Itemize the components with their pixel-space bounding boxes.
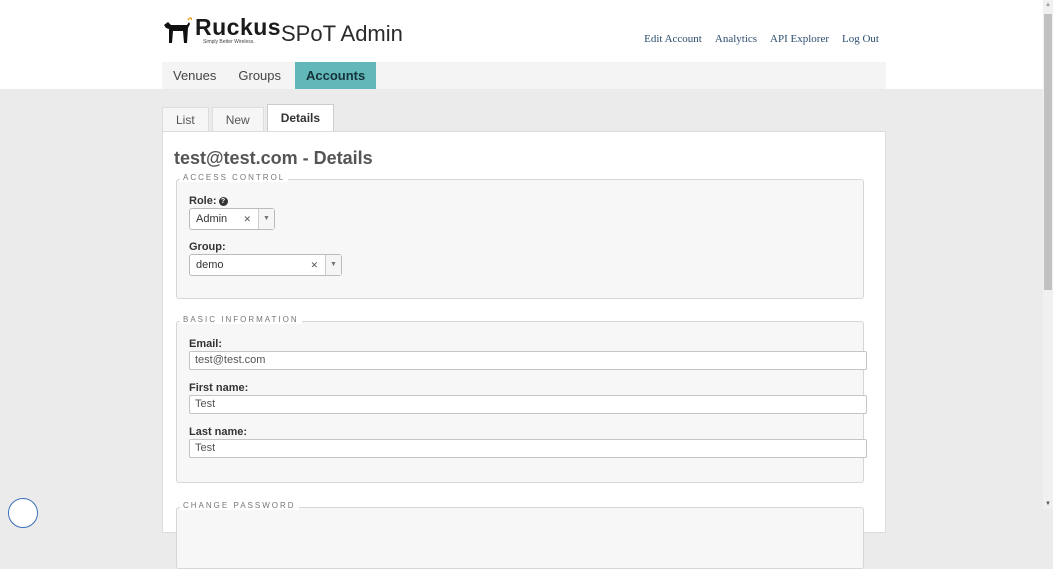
role-dropdown-chevron-down-icon[interactable]: ▼ <box>258 209 274 229</box>
scrollbar-thumb[interactable] <box>1044 14 1052 290</box>
last-name-label: Last name: <box>189 426 248 438</box>
group-clear-x-icon[interactable]: ✕ <box>310 260 318 271</box>
nav-accounts[interactable]: Accounts <box>295 62 377 89</box>
first-name-label: First name: <box>189 382 249 394</box>
nav-groups[interactable]: Groups <box>227 62 293 89</box>
edit-account-link[interactable]: Edit Account <box>644 33 702 45</box>
details-panel: test@test.com - Details ACCESS CONTROL R… <box>162 131 886 569</box>
page-scrollbar[interactable]: ▲ ▼ <box>1043 0 1053 509</box>
email-field[interactable]: test@test.com <box>189 351 867 370</box>
scroll-up-arrow-icon[interactable]: ▲ <box>1045 2 1051 8</box>
app-header: Ruckus Simply Better Wireless. SPoT Admi… <box>0 0 1043 89</box>
group-select[interactable]: demo ✕ ▼ <box>189 254 342 276</box>
account-details-content: List New Details test@test.com - Details… <box>162 104 886 569</box>
group-label: Group: <box>189 241 226 253</box>
email-label: Email: <box>189 338 223 350</box>
basic-information-section: BASIC INFORMATION Email: test@test.com F… <box>176 315 867 483</box>
top-links: Edit Account Analytics API Explorer Log … <box>631 33 879 45</box>
group-dropdown-chevron-down-icon[interactable]: ▼ <box>325 255 341 275</box>
tab-details[interactable]: Details <box>266 104 335 132</box>
ruckus-logo[interactable]: Ruckus Simply Better Wireless. <box>162 16 281 45</box>
last-name-field[interactable]: Test <box>189 439 867 458</box>
role-select-value: Admin <box>196 213 228 225</box>
nav-venues[interactable]: Venues <box>162 62 227 89</box>
scroll-down-arrow-icon[interactable]: ▼ <box>1045 501 1051 507</box>
basic-information-legend: BASIC INFORMATION <box>180 315 302 324</box>
page-title: test@test.com - Details <box>174 148 373 168</box>
ruckus-dog-logo-icon <box>164 17 192 43</box>
logo-wordmark: Ruckus <box>195 14 282 40</box>
tab-new[interactable]: New <box>211 107 264 132</box>
change-password-section: CHANGE PASSWORD <box>176 501 864 569</box>
role-clear-x-icon[interactable]: ✕ <box>243 214 251 225</box>
api-explorer-link[interactable]: API Explorer <box>770 33 829 45</box>
analytics-link[interactable]: Analytics <box>715 33 757 45</box>
main-nav: Venues Groups Accounts <box>162 62 886 89</box>
log-out-link[interactable]: Log Out <box>842 33 879 45</box>
access-control-legend: ACCESS CONTROL <box>180 173 289 182</box>
help-widget-icon[interactable] <box>8 498 38 528</box>
access-control-section: ACCESS CONTROL Role:? Admin ✕ ▼ Group: d… <box>176 173 864 299</box>
tab-list[interactable]: List <box>162 107 209 132</box>
app-title: SPoT Admin <box>281 21 403 46</box>
first-name-field[interactable]: Test <box>189 395 867 414</box>
role-label: Role: <box>189 195 217 207</box>
sub-tabs: List New Details <box>162 104 337 132</box>
group-select-value: demo <box>196 259 224 271</box>
question-circle-icon[interactable]: ? <box>218 197 228 206</box>
role-select[interactable]: Admin ✕ ▼ <box>189 208 275 230</box>
